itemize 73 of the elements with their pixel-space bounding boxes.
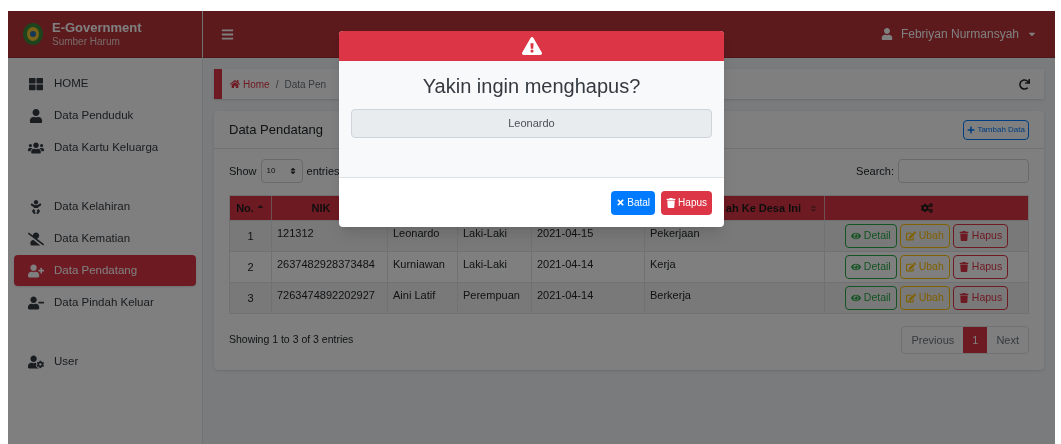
- column-header[interactable]: NIK: [311, 199, 331, 217]
- add-data-button[interactable]: Tambah Data: [963, 119, 1029, 140]
- column-header[interactable]: ah Ke Desa Ini: [725, 199, 801, 217]
- breadcrumb-home-link[interactable]: Home: [230, 76, 270, 92]
- page-link[interactable]: 1: [963, 327, 988, 353]
- user-gear-icon: [28, 354, 44, 369]
- table-cell: Aini Latif: [388, 283, 458, 313]
- dialog-title: Yakin ingin menghapus?: [422, 74, 641, 99]
- trash-icon: [958, 231, 969, 241]
- eye-icon: [850, 293, 861, 303]
- brand-subtitle: Sumber Harum: [52, 35, 121, 49]
- entries-label: entries: [306, 163, 340, 179]
- gears-icon: [920, 202, 933, 214]
- trash-icon: [958, 262, 969, 272]
- warning-icon: [521, 36, 542, 56]
- trash-icon: [666, 197, 677, 208]
- column-header[interactable]: No.: [236, 199, 254, 217]
- table-cell: 2021-04-14: [532, 283, 645, 313]
- edit-icon: [905, 293, 916, 303]
- search-field[interactable]: [898, 159, 1029, 183]
- plus-icon: [967, 125, 976, 134]
- brand-title: E-Government: [52, 19, 142, 36]
- user-icon: [880, 28, 893, 40]
- sidebar-item[interactable]: Data Kartu Keluarga: [14, 132, 196, 163]
- sidebar-item[interactable]: Data Kelahiran: [14, 191, 196, 222]
- show-label: Show: [229, 163, 257, 179]
- table-cell: 3: [230, 283, 272, 313]
- search-label: Search:: [856, 163, 894, 179]
- sidebar-item[interactable]: Data Penduduk: [14, 100, 196, 131]
- detail-button[interactable]: Detail: [844, 255, 897, 279]
- user-minus-icon: [28, 295, 44, 310]
- grid-icon: [28, 76, 44, 91]
- user-icon: [28, 108, 44, 123]
- detail-button[interactable]: Detail: [844, 286, 897, 310]
- emblem-logo-icon: [22, 22, 44, 46]
- edit-button[interactable]: Ubah: [899, 255, 950, 279]
- eye-icon: [850, 231, 861, 241]
- page-link[interactable]: Next: [987, 327, 1028, 353]
- user-menu[interactable]: Febriyan Nurmansyah: [880, 25, 1037, 43]
- delete-button[interactable]: Hapus: [952, 286, 1009, 310]
- close-icon: [616, 198, 626, 207]
- trash-icon: [958, 293, 969, 303]
- edit-icon: [905, 231, 916, 241]
- user-slash-icon: [28, 231, 44, 246]
- detail-button[interactable]: Detail: [844, 224, 897, 248]
- name-field: Leonardo: [351, 109, 712, 138]
- edit-icon: [905, 262, 916, 272]
- select-arrows-icon: [288, 167, 297, 175]
- table-info: Showing 1 to 3 of 3 entries: [229, 332, 354, 348]
- page-link[interactable]: Previous: [902, 327, 964, 353]
- delete-button[interactable]: Hapus: [952, 255, 1009, 279]
- entries-select[interactable]: 10: [260, 159, 303, 183]
- baby-icon: [28, 199, 44, 214]
- refresh-icon[interactable]: [1019, 78, 1030, 90]
- table-cell: 7263474892202927: [272, 283, 388, 313]
- user-plus-icon: [28, 263, 44, 278]
- sidebar-item[interactable]: User: [14, 346, 196, 377]
- breadcrumb-current: Data Pen: [284, 77, 327, 92]
- delete-button[interactable]: Hapus: [952, 224, 1009, 248]
- breadcrumb-separator: /: [275, 77, 279, 92]
- eye-icon: [850, 262, 861, 272]
- sidebar-item[interactable]: HOME: [14, 68, 196, 99]
- sidebar-item[interactable]: Data Pendatang: [14, 255, 196, 286]
- menu-icon[interactable]: [221, 27, 234, 41]
- card-title: Data Pendatang: [229, 120, 323, 139]
- home-icon: [230, 79, 240, 89]
- cancel-button[interactable]: Batal: [611, 190, 656, 215]
- users-icon: [28, 140, 44, 155]
- sidebar-item[interactable]: Data Pindah Keluar: [14, 287, 196, 318]
- table-cell: Perempuan: [458, 283, 532, 313]
- sidebar-item[interactable]: Data Kematian: [14, 223, 196, 254]
- table-cell: Berkerja: [645, 283, 825, 313]
- confirm-delete-button[interactable]: Hapus: [661, 190, 712, 215]
